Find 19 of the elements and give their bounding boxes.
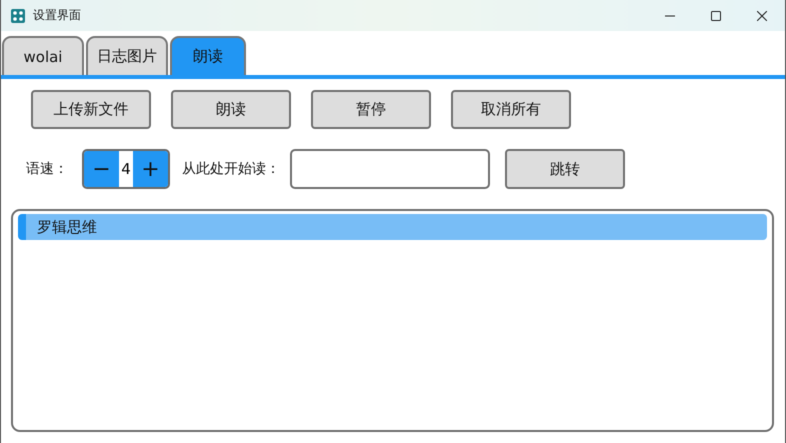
list-item[interactable]: 罗辑思维	[18, 214, 767, 240]
start-from-field[interactable]	[290, 149, 490, 189]
maximize-icon[interactable]	[711, 10, 721, 20]
tab[interactable]: 朗读	[170, 36, 246, 75]
action-button[interactable]: 朗读	[171, 90, 291, 129]
increment-button[interactable]: +	[133, 151, 168, 187]
window-title: 设置界面	[33, 7, 81, 24]
tab[interactable]: wolai	[2, 36, 84, 75]
decrement-button[interactable]: −	[84, 151, 119, 187]
speed-value: 4	[120, 160, 132, 178]
tab[interactable]: 日志图片	[86, 36, 168, 75]
speed-label: 语速：	[26, 160, 68, 178]
action-button[interactable]: 上传新文件	[31, 90, 151, 129]
start-from-label: 从此处开始读：	[182, 160, 280, 178]
app-icon	[11, 8, 25, 22]
action-button[interactable]: 取消所有	[451, 90, 571, 129]
close-icon[interactable]	[757, 10, 767, 20]
jump-button[interactable]: 跳转	[505, 149, 625, 189]
action-button[interactable]: 暂停	[311, 90, 431, 129]
